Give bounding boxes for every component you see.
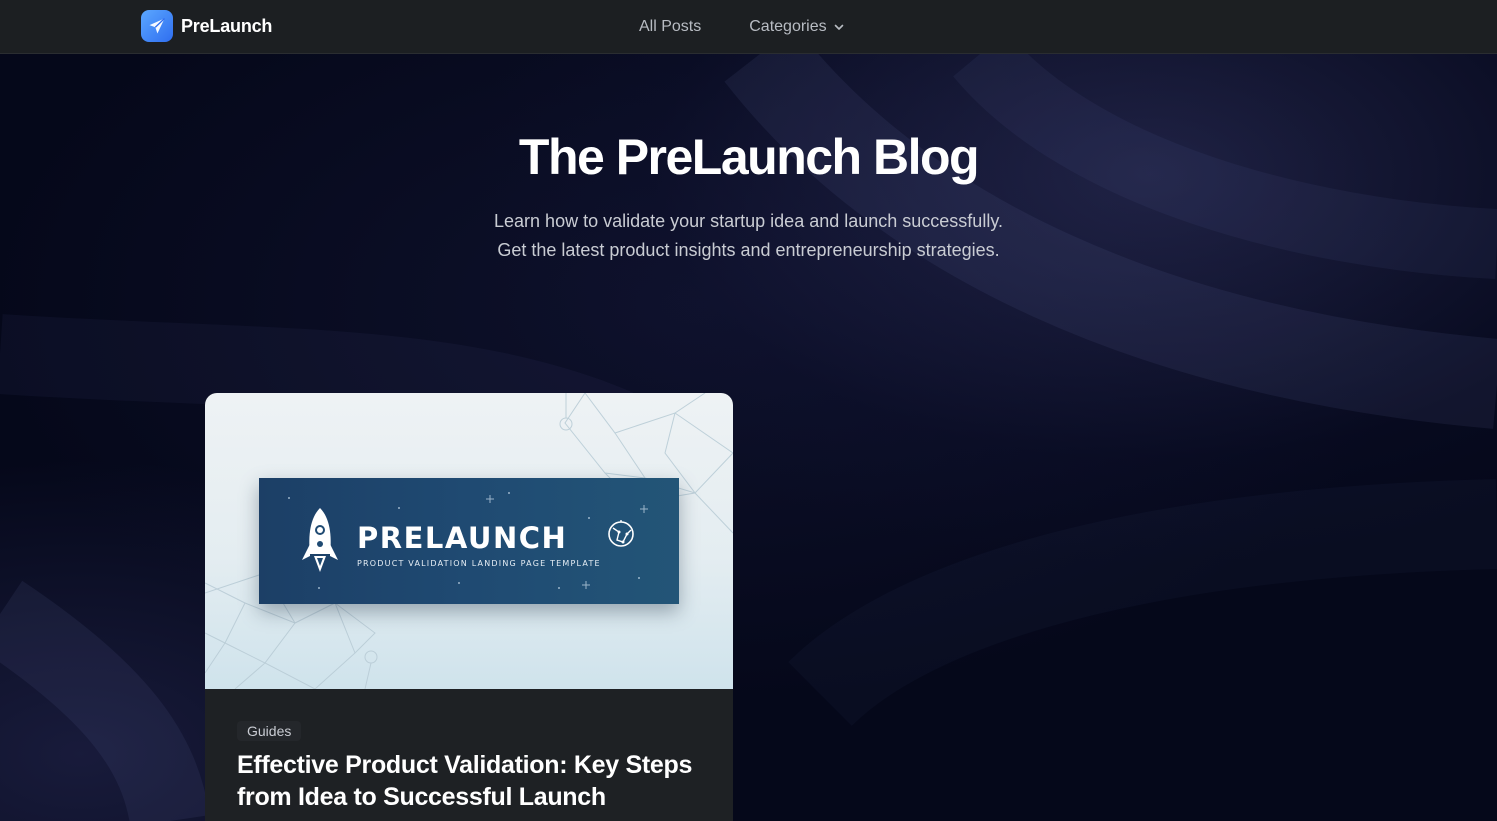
page-subtitle: Learn how to validate your startup idea … <box>0 207 1497 265</box>
nav-categories-label: Categories <box>749 18 827 35</box>
post-card-body: Guides Effective Product Validation: Key… <box>205 689 733 821</box>
cover-banner: PRELAUNCH PRODUCT VALIDATION LANDING PAG… <box>259 478 679 604</box>
post-cover-image[interactable]: PRELAUNCH PRODUCT VALIDATION LANDING PAG… <box>205 393 733 689</box>
category-badge[interactable]: Guides <box>237 721 302 741</box>
paper-plane-icon <box>141 10 173 42</box>
globe-icon <box>608 520 634 547</box>
brand-link[interactable]: PreLaunch <box>141 10 272 42</box>
rocket-icon <box>302 508 338 572</box>
nav-all-posts[interactable]: All Posts <box>639 18 701 36</box>
page-subtitle-line-2: Get the latest product insights and entr… <box>497 240 1000 260</box>
page-title: The PreLaunch Blog <box>518 129 980 185</box>
nav-all-posts-label: All Posts <box>639 18 702 35</box>
banner-tagline: PRODUCT VALIDATION LANDING PAGE TEMPLATE <box>357 559 601 568</box>
brand-name: PreLaunch <box>181 15 273 36</box>
post-title[interactable]: Effective Product Validation: Key Steps … <box>237 749 707 813</box>
top-navbar: PreLaunch All Posts Categories <box>0 0 1497 54</box>
post-card[interactable]: PRELAUNCH PRODUCT VALIDATION LANDING PAG… <box>205 393 733 821</box>
main-nav: All Posts Categories <box>639 0 845 54</box>
page-subtitle-line-1: Learn how to validate your startup idea … <box>494 211 1003 231</box>
nav-categories-dropdown[interactable]: Categories <box>749 18 844 36</box>
banner-title: PRELAUNCH <box>357 521 568 555</box>
chevron-down-icon <box>834 24 843 30</box>
